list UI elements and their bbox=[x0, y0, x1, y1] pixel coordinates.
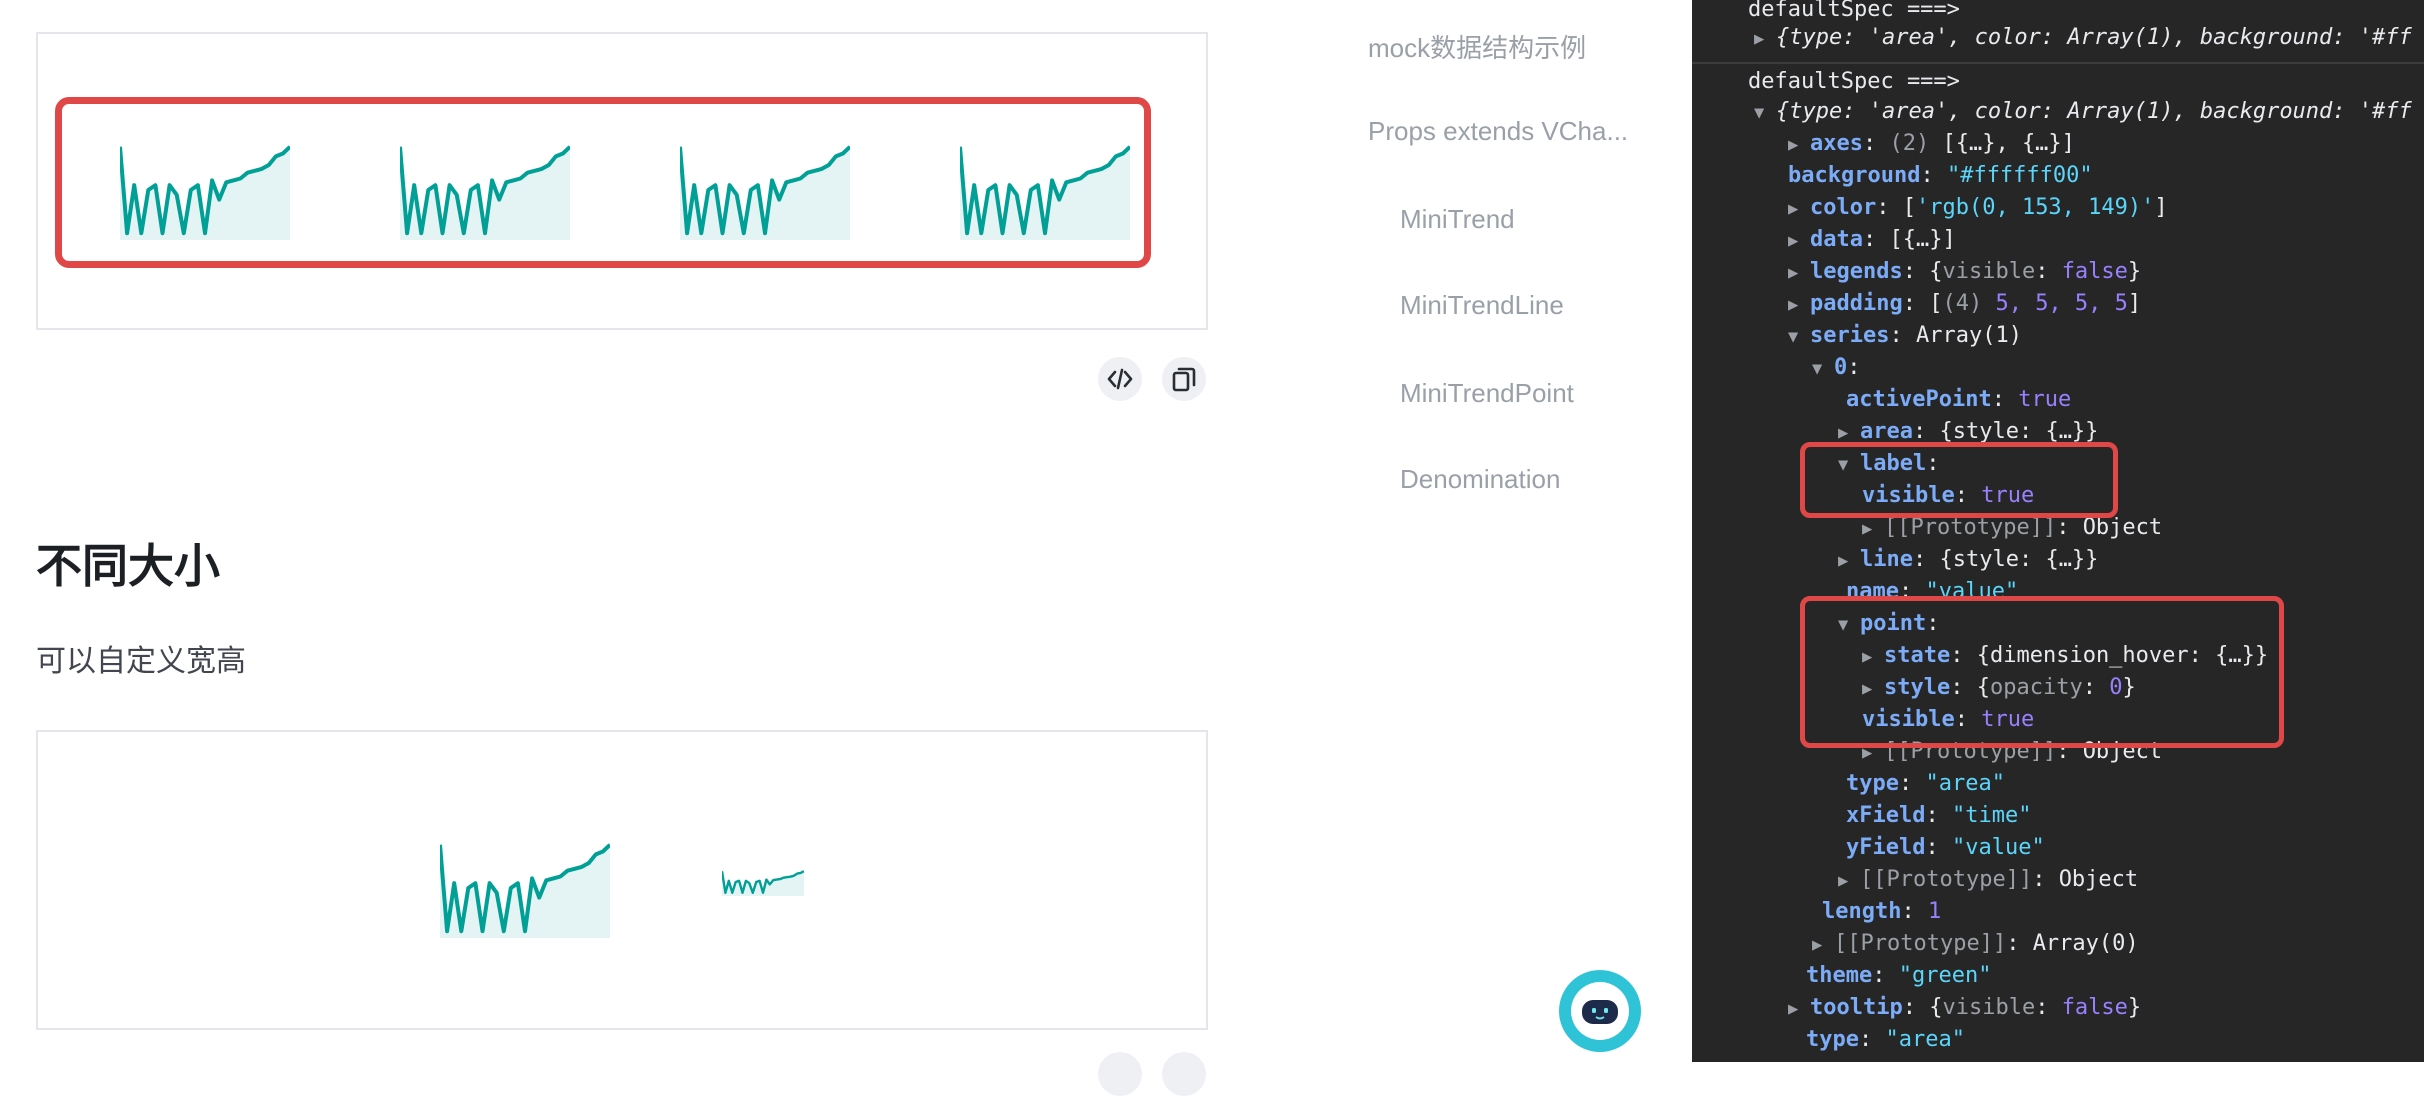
section-title: 不同大小 bbox=[36, 540, 220, 592]
mini-trend-chart-small bbox=[722, 870, 804, 896]
triangle-right-icon: ▶ bbox=[1788, 135, 1799, 155]
console-prop-0[interactable]: ▼ 0: bbox=[1812, 352, 1861, 384]
demo-preview-box-sizes bbox=[36, 730, 1208, 1030]
mini-trend-chart-4 bbox=[960, 145, 1130, 240]
copy-code-button[interactable] bbox=[1162, 357, 1206, 401]
copy-code-button-2[interactable] bbox=[1162, 1052, 1206, 1096]
console-prop-prototype[interactable]: ▶ [[Prototype]]: Array(0) bbox=[1812, 928, 2139, 960]
console-prop-yfield: yField: "value" bbox=[1846, 835, 2045, 860]
section-description: 可以自定义宽高 bbox=[36, 645, 246, 678]
console-divider bbox=[1692, 62, 2424, 64]
console-prop-color[interactable]: ▶ color: ['rgb(0, 153, 149)'] bbox=[1788, 192, 2168, 224]
toc-item-mock-data[interactable]: mock数据结构示例 bbox=[1368, 28, 1586, 65]
console-prop-xfield: xField: "time" bbox=[1846, 803, 2032, 828]
console-prop-type: type: "area" bbox=[1846, 771, 2005, 796]
console-prop-data[interactable]: ▶ data: [{…}] bbox=[1788, 224, 1956, 256]
triangle-right-icon: ▶ bbox=[1788, 199, 1799, 219]
log-object-summary-1[interactable]: ▶ {type: 'area', color: Array(1), backgro… bbox=[1754, 22, 2412, 54]
console-prop-padding[interactable]: ▶ padding: [(4) 5, 5, 5, 5] bbox=[1788, 288, 2141, 320]
triangle-right-icon: ▶ bbox=[1788, 999, 1799, 1019]
triangle-right-icon: ▶ bbox=[1754, 29, 1765, 49]
log-object-summary-2[interactable]: ▼ {type: 'area', color: Array(1), backgro… bbox=[1754, 96, 2412, 128]
mini-trend-chart-3 bbox=[680, 145, 850, 240]
copy-icon bbox=[1172, 367, 1196, 392]
toc-item-denomination[interactable]: Denomination bbox=[1400, 464, 1560, 495]
show-code-button-2[interactable] bbox=[1098, 1052, 1142, 1096]
console-prop-background: background: "#ffffff00" bbox=[1788, 163, 2093, 188]
triangle-right-icon: ▶ bbox=[1838, 551, 1849, 571]
console-prop-length: length: 1 bbox=[1822, 899, 1942, 924]
console-prop-prototype[interactable]: ▶ [[Prototype]]: Object bbox=[1838, 864, 2138, 896]
triangle-right-icon: ▶ bbox=[1788, 263, 1799, 283]
console-prop-axes[interactable]: ▶ axes: (2) [{…}, {…}] bbox=[1788, 128, 2075, 160]
console-prop-tooltip[interactable]: ▶ tooltip: {visible: false} bbox=[1788, 992, 2141, 1024]
console-prop-series[interactable]: ▼ series: Array(1) bbox=[1788, 320, 2022, 352]
mini-trend-chart-2 bbox=[400, 145, 570, 240]
mini-trend-chart-large bbox=[440, 843, 610, 938]
triangle-right-icon: ▶ bbox=[1812, 935, 1823, 955]
triangle-down-icon: ▼ bbox=[1754, 103, 1765, 123]
highlight-box-label bbox=[1800, 442, 2118, 518]
assistant-button[interactable] bbox=[1559, 970, 1641, 1052]
console-prop-theme: theme: "green" bbox=[1806, 963, 1992, 988]
toc-item-minitrend[interactable]: MiniTrend bbox=[1400, 204, 1515, 235]
console-prop-activepoint: activePoint: true bbox=[1846, 387, 2072, 412]
toc-item-minitrendpoint[interactable]: MiniTrendPoint bbox=[1400, 378, 1574, 409]
devtools-console: defaultSpec ===> ▶ {type: 'area', color: … bbox=[1692, 0, 2424, 1062]
toc-item-props[interactable]: Props extends VCha... bbox=[1368, 116, 1628, 147]
console-prop-line[interactable]: ▶ line: {style: {…}} bbox=[1838, 544, 2098, 576]
show-code-button[interactable] bbox=[1098, 357, 1142, 401]
triangle-right-icon: ▶ bbox=[1788, 295, 1799, 315]
code-icon bbox=[1107, 368, 1133, 390]
toc-item-minitrendline[interactable]: MiniTrendLine bbox=[1400, 290, 1564, 321]
mini-trend-chart-1 bbox=[120, 145, 290, 240]
robot-icon bbox=[1582, 1000, 1618, 1024]
highlight-box-point bbox=[1800, 596, 2284, 748]
console-prop-type: type: "area" bbox=[1806, 1027, 1965, 1052]
triangle-right-icon: ▶ bbox=[1838, 871, 1849, 891]
triangle-right-icon: ▶ bbox=[1788, 231, 1799, 251]
triangle-down-icon: ▼ bbox=[1788, 327, 1799, 347]
log-header-2: defaultSpec ===> bbox=[1748, 69, 1960, 94]
console-prop-legends[interactable]: ▶ legends: {visible: false} bbox=[1788, 256, 2141, 288]
triangle-down-icon: ▼ bbox=[1812, 359, 1823, 379]
